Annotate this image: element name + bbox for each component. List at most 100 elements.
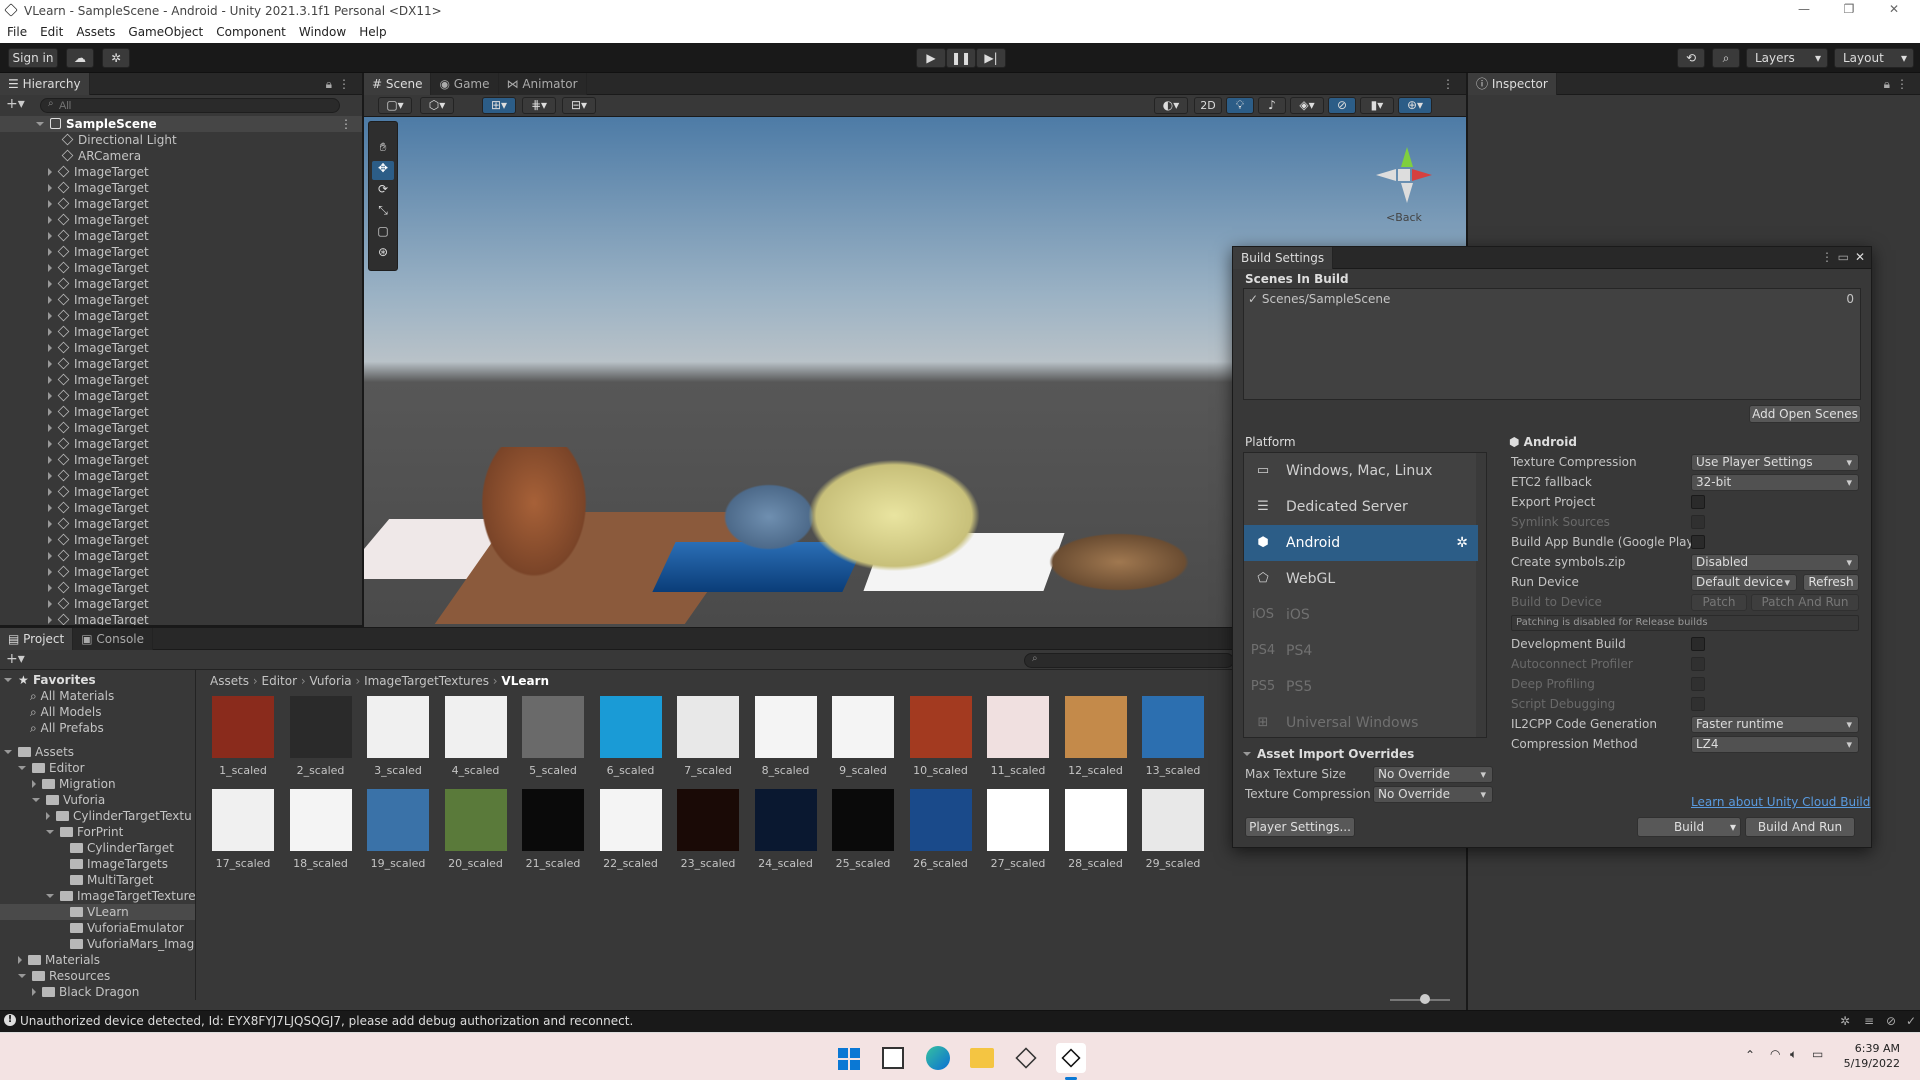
project-tree-item[interactable]: Assets [0, 744, 195, 760]
grid-snap-dropdown[interactable]: ⋕▾ [522, 97, 556, 114]
chevron-up-icon[interactable]: ⌃ [1745, 1048, 1755, 1062]
minimize-button[interactable]: — [1784, 2, 1824, 16]
asset-thumbnail[interactable]: 21_scaled [520, 789, 586, 881]
gizmo-x-axis[interactable] [1412, 169, 1432, 181]
menu-gameobject[interactable]: GameObject [121, 22, 209, 39]
etc2-fallback-dropdown[interactable]: 32-bit [1691, 474, 1859, 491]
audio-toggle-icon[interactable]: ♪ [1258, 97, 1286, 114]
patch-button[interactable]: Patch [1691, 594, 1747, 611]
expand-arrow-icon[interactable] [48, 408, 52, 416]
unity-editor-taskbar-button[interactable] [1056, 1043, 1086, 1080]
edge-browser-icon[interactable] [926, 1046, 950, 1070]
project-tree-item[interactable]: VuforiaEmulator [0, 920, 195, 936]
add-icon[interactable]: +▾ [6, 651, 25, 667]
asset-thumbnail[interactable]: 11_scaled [985, 696, 1051, 788]
favorite-item[interactable]: ⌕ All Models [0, 704, 102, 720]
asset-thumbnail[interactable]: 13_scaled [1140, 696, 1206, 788]
expand-arrow-icon[interactable] [48, 248, 52, 256]
gizmo-y-axis[interactable] [1401, 147, 1413, 167]
camera-dropdown[interactable]: ▮▾ [1360, 97, 1394, 114]
menu-edit[interactable]: Edit [33, 22, 69, 39]
project-tree-item[interactable]: VLearn [0, 904, 195, 920]
gizmo-neg-x-axis[interactable] [1376, 169, 1396, 181]
asset-thumbnail[interactable]: 12_scaled [1063, 696, 1129, 788]
maximize-button[interactable]: ❐ [1829, 2, 1869, 16]
step-button[interactable]: ▶| [976, 48, 1006, 68]
hierarchy-item-imagetarget[interactable]: ImageTarget [0, 452, 362, 468]
hierarchy-item-imagetarget[interactable]: ImageTarget [0, 292, 362, 308]
expand-arrow-icon[interactable] [48, 584, 52, 592]
hierarchy-item-imagetarget[interactable]: ImageTarget [0, 516, 362, 532]
platform-item[interactable]: ▭ Windows, Mac, Linux [1244, 453, 1478, 489]
move-tool-icon[interactable]: ✥ [372, 161, 394, 180]
expand-arrow-icon[interactable] [48, 344, 52, 352]
project-tree-item[interactable]: CylinderTargetTextu [0, 808, 195, 824]
asset-thumbnail[interactable]: 18_scaled [288, 789, 354, 881]
zoom-slider-handle[interactable] [1420, 994, 1430, 1004]
expand-arrow-icon[interactable] [48, 200, 52, 208]
hierarchy-item[interactable]: Directional Light [0, 132, 362, 148]
draw-mode-dropdown[interactable]: ▢▾ [378, 97, 412, 114]
shading-dropdown[interactable]: ⬡▾ [420, 97, 454, 114]
expand-arrow-icon[interactable] [48, 360, 52, 368]
hand-tool-icon[interactable]: ✋︎ [372, 140, 394, 159]
favorite-item[interactable]: ⌕ All Prefabs [0, 720, 104, 736]
export-project-checkbox[interactable] [1691, 495, 1705, 509]
check-icon[interactable]: ✓ [1906, 1014, 1916, 1028]
expand-arrow-icon[interactable] [32, 988, 36, 996]
tab-animator[interactable]: ⋈ Animator [498, 73, 587, 95]
hierarchy-item-imagetarget[interactable]: ImageTarget [0, 180, 362, 196]
expand-arrow-icon[interactable] [48, 456, 52, 464]
hierarchy-item-imagetarget[interactable]: ImageTarget [0, 324, 362, 340]
orientation-gizmo[interactable] [1374, 147, 1434, 207]
menu-component[interactable]: Component [209, 22, 292, 39]
hierarchy-item-imagetarget[interactable]: ImageTarget [0, 164, 362, 180]
project-tree-item[interactable]: Migration [0, 776, 195, 792]
layout-dropdown[interactable]: Layout ▾ [1834, 48, 1914, 68]
menu-window[interactable]: Window [292, 22, 352, 39]
compression-method-dropdown[interactable]: LZ4 [1691, 736, 1859, 753]
expand-arrow-icon[interactable] [46, 812, 50, 820]
project-tree-item[interactable]: MultiTarget [0, 872, 195, 888]
add-icon[interactable]: +▾ [6, 96, 25, 112]
platform-item[interactable]: ⬠ WebGL [1244, 561, 1478, 597]
effects-dropdown[interactable]: ◈▾ [1290, 97, 1324, 114]
volume-icon[interactable]: 🔈︎ [1790, 1047, 1797, 1062]
hierarchy-item[interactable]: ARCamera [0, 148, 362, 164]
app-bundle-checkbox[interactable] [1691, 535, 1705, 549]
draw-overlay-dropdown[interactable]: ◐▾ [1154, 97, 1188, 114]
project-tree-item[interactable]: VuforiaMars_Image [0, 936, 195, 952]
expand-arrow-icon[interactable] [46, 830, 54, 834]
expand-arrow-icon[interactable] [48, 504, 52, 512]
transform-tool-icon[interactable]: ⊛ [372, 245, 394, 264]
tab-scene[interactable]: # Scene [364, 73, 432, 95]
history-icon[interactable]: ⟲ [1677, 48, 1705, 68]
expand-arrow-icon[interactable] [48, 280, 52, 288]
breadcrumb-item[interactable]: Vuforia [309, 674, 351, 688]
tab-inspector[interactable]: ⓘ Inspector [1468, 73, 1557, 95]
expand-arrow-icon[interactable] [48, 376, 52, 384]
asset-thumbnail[interactable]: 22_scaled [598, 789, 664, 881]
refresh-button[interactable]: Refresh [1803, 574, 1859, 591]
asset-thumbnail[interactable]: 10_scaled [908, 696, 974, 788]
hierarchy-item-imagetarget[interactable]: ImageTarget [0, 196, 362, 212]
search-icon[interactable]: ⌕ [1712, 48, 1740, 68]
asset-import-header[interactable]: Asset Import Overrides [1243, 747, 1414, 761]
expand-arrow-icon[interactable] [46, 894, 54, 898]
wifi-icon[interactable]: ◠ [1770, 1047, 1780, 1061]
expand-arrow-icon[interactable] [48, 392, 52, 400]
more-menu-icon[interactable]: ⋮ [1896, 77, 1908, 91]
project-tree-item[interactable]: CylinderTarget [0, 840, 195, 856]
tab-console[interactable]: ▣ Console [73, 628, 154, 650]
expand-arrow-icon[interactable] [18, 956, 22, 964]
hierarchy-item-imagetarget[interactable]: ImageTarget [0, 308, 362, 324]
build-settings-tab[interactable]: Build Settings [1233, 247, 1334, 269]
hierarchy-item-imagetarget[interactable]: ImageTarget [0, 500, 362, 516]
expand-arrow-icon[interactable] [48, 424, 52, 432]
expand-arrow-icon[interactable] [48, 552, 52, 560]
build-button[interactable]: Build ▾ [1637, 817, 1741, 837]
favorites-header[interactable]: ★ Favorites [0, 672, 96, 688]
expand-arrow-icon[interactable] [48, 472, 52, 480]
script-debugging-checkbox[interactable] [1691, 697, 1705, 711]
expand-arrow-icon[interactable] [48, 536, 52, 544]
